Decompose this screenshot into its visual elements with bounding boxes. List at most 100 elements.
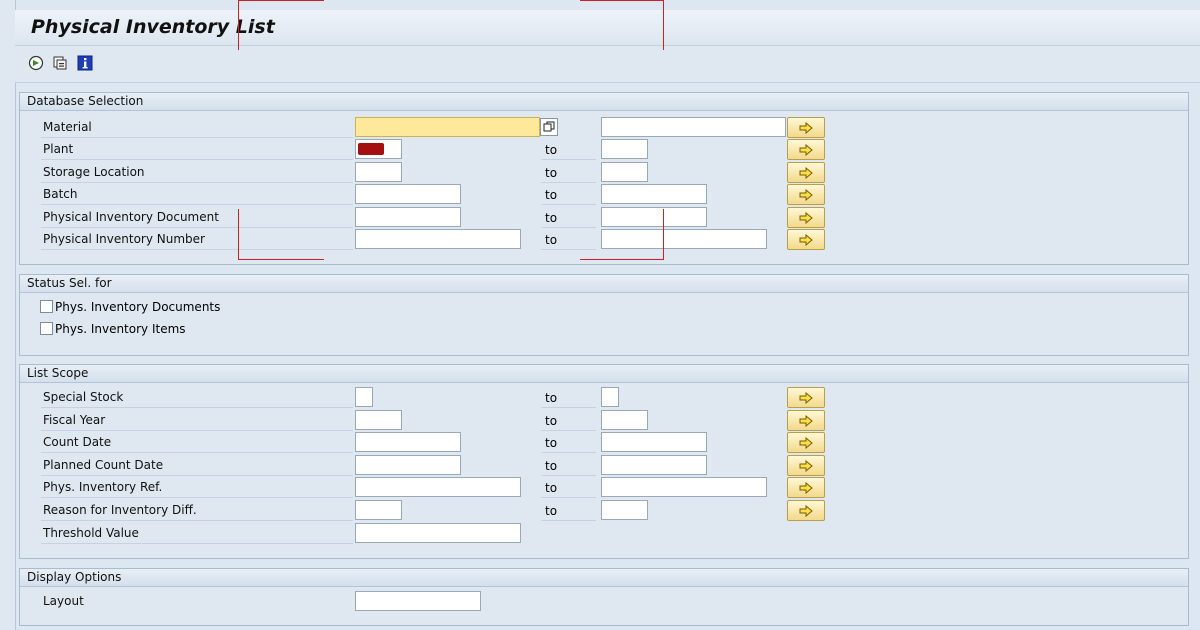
count-date-low-input[interactable] [355,432,461,452]
multiple-selection-button[interactable] [787,229,825,250]
storage-location-high-input[interactable] [601,162,648,182]
to-label: to [541,162,596,183]
value-help-button[interactable] [540,118,558,136]
field-label: Reason for Inventory Diff. [41,500,353,521]
to-label: to [541,500,596,521]
count-date-high-input[interactable] [601,432,707,452]
to-label: to [541,207,596,228]
multiple-selection-button[interactable] [787,455,825,476]
display-options-group: Display Options Layout [19,568,1189,626]
group-title: Status Sel. for [20,275,1188,293]
phys-inventory-documents-checkbox[interactable] [40,300,53,313]
field-label: Fiscal Year [41,410,353,431]
field-label: Plant [41,139,353,160]
physical-inventory-number-row: Physical Inventory Number to [20,229,1190,251]
reason-diff-low-input[interactable] [355,500,402,520]
annotation-mark [580,259,664,260]
to-label: to [541,477,596,498]
pi-number-low-input[interactable] [355,229,521,249]
material-high-input[interactable] [601,117,786,137]
application-toolbar [15,46,1200,83]
plant-high-input[interactable] [601,139,648,159]
plant-low-input[interactable] [355,139,402,159]
fiscal-year-row: Fiscal Year to [20,410,1190,432]
annotation-mark [663,209,664,259]
field-label: Special Stock [41,387,353,408]
title-bar: Physical Inventory List [15,10,1200,46]
layout-row: Layout [20,591,1190,613]
annotation-mark [238,259,324,260]
batch-low-input[interactable] [355,184,461,204]
redacted-value [358,143,384,155]
field-label: Storage Location [41,162,353,183]
multiple-selection-button[interactable] [787,162,825,183]
checkbox-label: Phys. Inventory Items [55,322,186,336]
fiscal-year-low-input[interactable] [355,410,402,430]
phys-inventory-ref-low-input[interactable] [355,477,521,497]
layout-input[interactable] [355,591,481,611]
pi-number-high-input[interactable] [601,229,767,249]
special-stock-row: Special Stock to [20,387,1190,409]
multiple-selection-button[interactable] [787,477,825,498]
multiple-selection-button[interactable] [787,117,825,138]
reason-diff-high-input[interactable] [601,500,648,520]
to-label: to [541,432,596,453]
special-stock-high-input[interactable] [601,387,619,407]
multiple-selection-button[interactable] [787,207,825,228]
planned-count-date-high-input[interactable] [601,455,707,475]
storage-location-low-input[interactable] [355,162,402,182]
annotation-mark [238,209,239,259]
multiple-selection-button[interactable] [787,139,825,160]
to-label: to [541,455,596,476]
to-label: to [541,387,596,408]
annotation-mark [238,0,324,1]
phys-inventory-items-checkbox[interactable] [40,322,53,335]
to-label: to [541,139,596,160]
field-label: Threshold Value [41,523,353,544]
planned-count-date-row: Planned Count Date to [20,455,1190,477]
annotation-mark [238,0,239,50]
pi-document-low-input[interactable] [355,207,461,227]
threshold-value-row: Threshold Value [20,523,1190,545]
info-icon[interactable] [76,54,93,71]
batch-row: Batch to [20,184,1190,206]
group-title: Display Options [20,569,1188,587]
storage-location-row: Storage Location to [20,162,1190,184]
field-label: Layout [43,594,84,608]
threshold-value-input[interactable] [355,523,521,543]
multiple-selection-button[interactable] [787,184,825,205]
status-selection-group: Status Sel. for Phys. Inventory Document… [19,274,1189,356]
annotation-mark [580,0,664,1]
multiple-selection-button[interactable] [787,410,825,431]
variant-icon[interactable] [51,54,68,71]
batch-high-input[interactable] [601,184,707,204]
physical-inventory-document-row: Physical Inventory Document to [20,207,1190,229]
multiple-selection-button[interactable] [787,387,825,408]
phys-inventory-ref-row: Phys. Inventory Ref. to [20,477,1190,499]
field-label: Phys. Inventory Ref. [41,477,353,498]
material-low-input[interactable] [355,117,540,137]
special-stock-low-input[interactable] [355,387,373,407]
annotation-mark [663,0,664,50]
fiscal-year-high-input[interactable] [601,410,648,430]
reason-for-inventory-diff-row: Reason for Inventory Diff. to [20,500,1190,522]
field-label: Material [41,117,353,138]
list-scope-group: List Scope Special Stock to Fiscal Year … [19,364,1189,559]
field-label: Physical Inventory Number [41,229,353,250]
checkbox-label: Phys. Inventory Documents [55,300,221,314]
multiple-selection-button[interactable] [787,500,825,521]
field-label: Count Date [41,432,353,453]
to-label: to [541,410,596,431]
pi-document-high-input[interactable] [601,207,707,227]
group-title: Database Selection [20,93,1188,111]
plant-row: Plant to [20,139,1190,161]
execute-icon[interactable] [27,54,44,71]
material-row: Material [20,117,1190,139]
to-label: to [541,184,596,205]
count-date-row: Count Date to [20,432,1190,454]
phys-inventory-ref-high-input[interactable] [601,477,767,497]
planned-count-date-low-input[interactable] [355,455,461,475]
to-label: to [541,229,596,250]
group-title: List Scope [20,365,1188,383]
multiple-selection-button[interactable] [787,432,825,453]
